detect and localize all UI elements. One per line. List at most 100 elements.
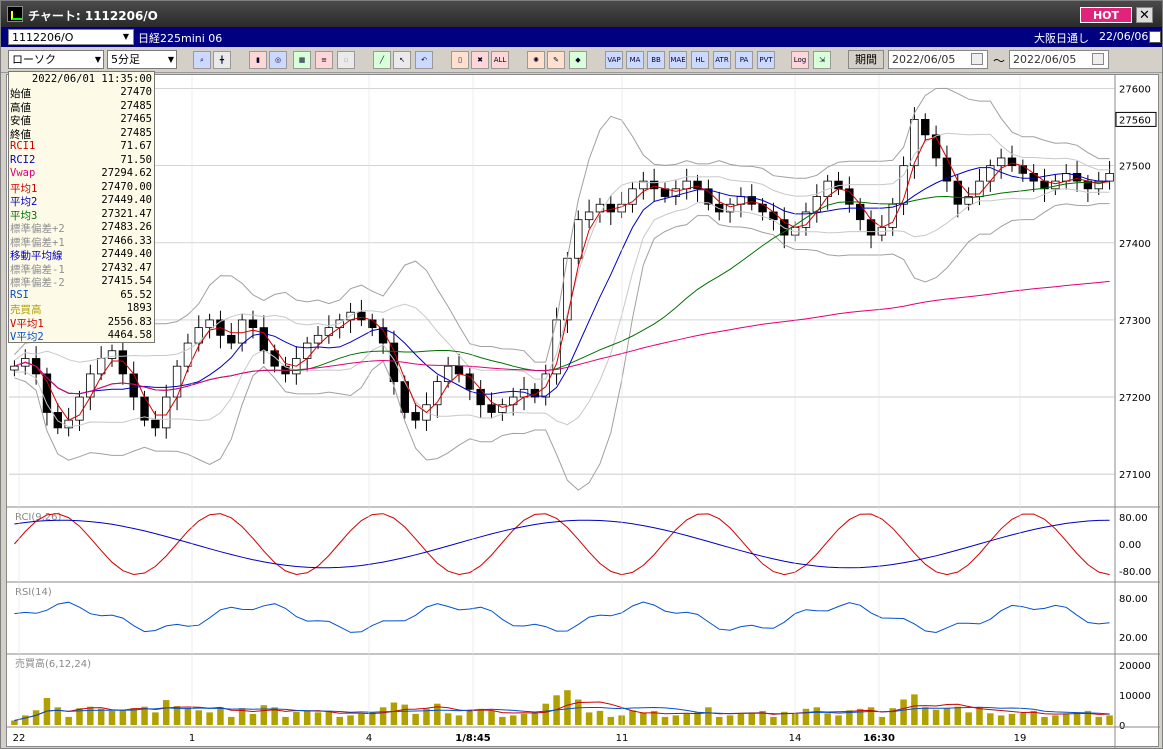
vap-button[interactable]: VAP bbox=[605, 51, 623, 69]
log-button[interactable]: Log bbox=[791, 51, 809, 69]
date-from-value: 2022/06/05 bbox=[892, 53, 956, 66]
date-from-field[interactable]: 2022/06/05 bbox=[888, 50, 988, 69]
volume-bar bbox=[661, 716, 669, 725]
bb-button[interactable]: BB bbox=[647, 51, 665, 69]
chart-window: チャート: 1112206/O HOT ✕ 1112206/O ▼ 日経225m… bbox=[0, 0, 1163, 749]
moving-average-2 bbox=[14, 167, 1110, 397]
rsi-line bbox=[14, 601, 1110, 634]
disabled-tool-icon[interactable]: ▫ bbox=[337, 51, 355, 69]
mae-button[interactable]: MAE bbox=[669, 51, 687, 69]
session-checkbox[interactable] bbox=[1149, 31, 1161, 43]
chart-app-icon bbox=[7, 6, 23, 22]
rci-tick-label: 80.00 bbox=[1119, 513, 1148, 524]
trendline-icon[interactable]: ╱ bbox=[373, 51, 391, 69]
candle-body bbox=[509, 396, 518, 406]
split-icon[interactable]: ≡ bbox=[315, 51, 333, 69]
price-tick-label: 27300 bbox=[1119, 316, 1151, 327]
volume-bar bbox=[412, 713, 419, 725]
color-icon[interactable]: ◆ bbox=[569, 51, 587, 69]
data-row-value: 65.52 bbox=[120, 288, 152, 301]
volume-bar bbox=[835, 715, 842, 725]
volume-bar bbox=[1062, 713, 1070, 725]
pvt-button[interactable]: PVT bbox=[757, 51, 775, 69]
candle-body bbox=[389, 342, 399, 383]
session-date: 22/06/06 bbox=[1099, 30, 1149, 43]
price-tick-label: 27200 bbox=[1119, 393, 1151, 404]
time-tick-label: 1/8:45 bbox=[455, 733, 491, 744]
time-tick-label: 11 bbox=[616, 733, 629, 744]
cursor-icon[interactable]: ↖ bbox=[393, 51, 411, 69]
delete-icon[interactable]: ✖ bbox=[471, 51, 489, 69]
data-row-value: 2556.83 bbox=[107, 315, 152, 328]
volume-bar bbox=[824, 713, 831, 725]
chart-area[interactable]: 27600 27500 27400 27300 27200 27100 27560 RCI(9… bbox=[6, 74, 1160, 748]
data-row: 標準偏差+2 27483.26 bbox=[9, 221, 154, 235]
volume-bar bbox=[520, 713, 528, 725]
undo-icon[interactable]: ↶ bbox=[415, 51, 433, 69]
atr-button[interactable]: ATR bbox=[713, 51, 731, 69]
volume-bar bbox=[368, 712, 376, 725]
time-tick-label: 16:30 bbox=[863, 733, 895, 744]
volume-bar bbox=[911, 694, 918, 725]
volume-bar bbox=[976, 707, 983, 725]
ma-button[interactable]: MA bbox=[626, 51, 644, 69]
volume-bar bbox=[640, 712, 647, 725]
zoom-icon[interactable]: ⌕ bbox=[193, 51, 211, 69]
data-row-label: RCI2 bbox=[10, 153, 36, 166]
calendar-icon[interactable] bbox=[971, 53, 983, 65]
close-icon[interactable]: ✕ bbox=[1136, 7, 1153, 23]
volume-bar bbox=[542, 703, 549, 725]
chart-type-select[interactable]: ローソク ▼ bbox=[8, 50, 104, 69]
date-to-value: 2022/06/05 bbox=[1013, 53, 1077, 66]
volume-bar bbox=[509, 715, 517, 725]
hot-button[interactable]: HOT bbox=[1080, 7, 1132, 23]
pencil-icon[interactable]: ✎ bbox=[547, 51, 565, 69]
candle-body bbox=[302, 342, 312, 359]
volume-bar bbox=[1008, 713, 1016, 725]
period-button[interactable]: 期間 bbox=[848, 50, 884, 69]
export-icon[interactable]: ⇲ bbox=[813, 51, 831, 69]
date-to-field[interactable]: 2022/06/05 bbox=[1009, 50, 1109, 69]
price-chart-svg[interactable]: 27600275002740027300272002710027560RCI(9… bbox=[7, 75, 1160, 748]
candle-body bbox=[270, 350, 279, 367]
price-tick-label: 27600 bbox=[1119, 85, 1151, 96]
window-title: チャート: 1112206/O bbox=[28, 9, 158, 23]
interval-select[interactable]: 5分足 ▼ bbox=[107, 50, 177, 69]
volume-bar bbox=[965, 712, 972, 725]
candle-body bbox=[855, 203, 865, 221]
data-row-value: 27294.62 bbox=[101, 167, 152, 179]
crosshair-icon[interactable]: ╋ bbox=[213, 51, 231, 69]
pa-button[interactable]: PA bbox=[735, 51, 753, 69]
volume-bar bbox=[531, 712, 539, 725]
volume-bar bbox=[607, 716, 615, 725]
symbol-select[interactable]: 1112206/O ▼ bbox=[8, 29, 134, 45]
data-row-value: 27449.40 bbox=[101, 248, 152, 260]
volume-bar bbox=[108, 710, 116, 725]
volume-bar bbox=[444, 713, 452, 725]
candle-body bbox=[715, 203, 724, 213]
calendar-icon[interactable] bbox=[1092, 53, 1104, 65]
delete-all-icon[interactable]: ALL bbox=[491, 51, 509, 69]
time-tick-label: 14 bbox=[789, 733, 802, 744]
settings-icon[interactable]: ✺ bbox=[527, 51, 545, 69]
candle-settings-icon[interactable]: ▮ bbox=[249, 51, 267, 69]
volume-bar bbox=[694, 712, 701, 725]
hl-button[interactable]: HL bbox=[691, 51, 709, 69]
indicator-icon[interactable]: ◎ bbox=[269, 51, 287, 69]
data-row-value: 27415.54 bbox=[101, 275, 152, 287]
data-row: RCI1 71.67 bbox=[9, 140, 154, 154]
data-row-value: 27465 bbox=[120, 113, 152, 125]
candle-icon[interactable]: ▯ bbox=[451, 51, 469, 69]
title-bar[interactable]: チャート: 1112206/O HOT ✕ bbox=[1, 1, 1162, 27]
volume-bar bbox=[878, 716, 886, 725]
volume-bar bbox=[455, 715, 463, 725]
candle-body bbox=[10, 365, 19, 371]
time-tick-label: 22 bbox=[13, 733, 26, 744]
volume-bar bbox=[466, 710, 474, 725]
chart-grid-icon[interactable]: ▦ bbox=[293, 51, 311, 69]
volume-bar bbox=[249, 713, 257, 725]
volume-bar bbox=[932, 709, 940, 725]
candle-body bbox=[584, 211, 594, 221]
volume-bar bbox=[748, 712, 756, 725]
time-tick-label: 1 bbox=[189, 733, 195, 744]
